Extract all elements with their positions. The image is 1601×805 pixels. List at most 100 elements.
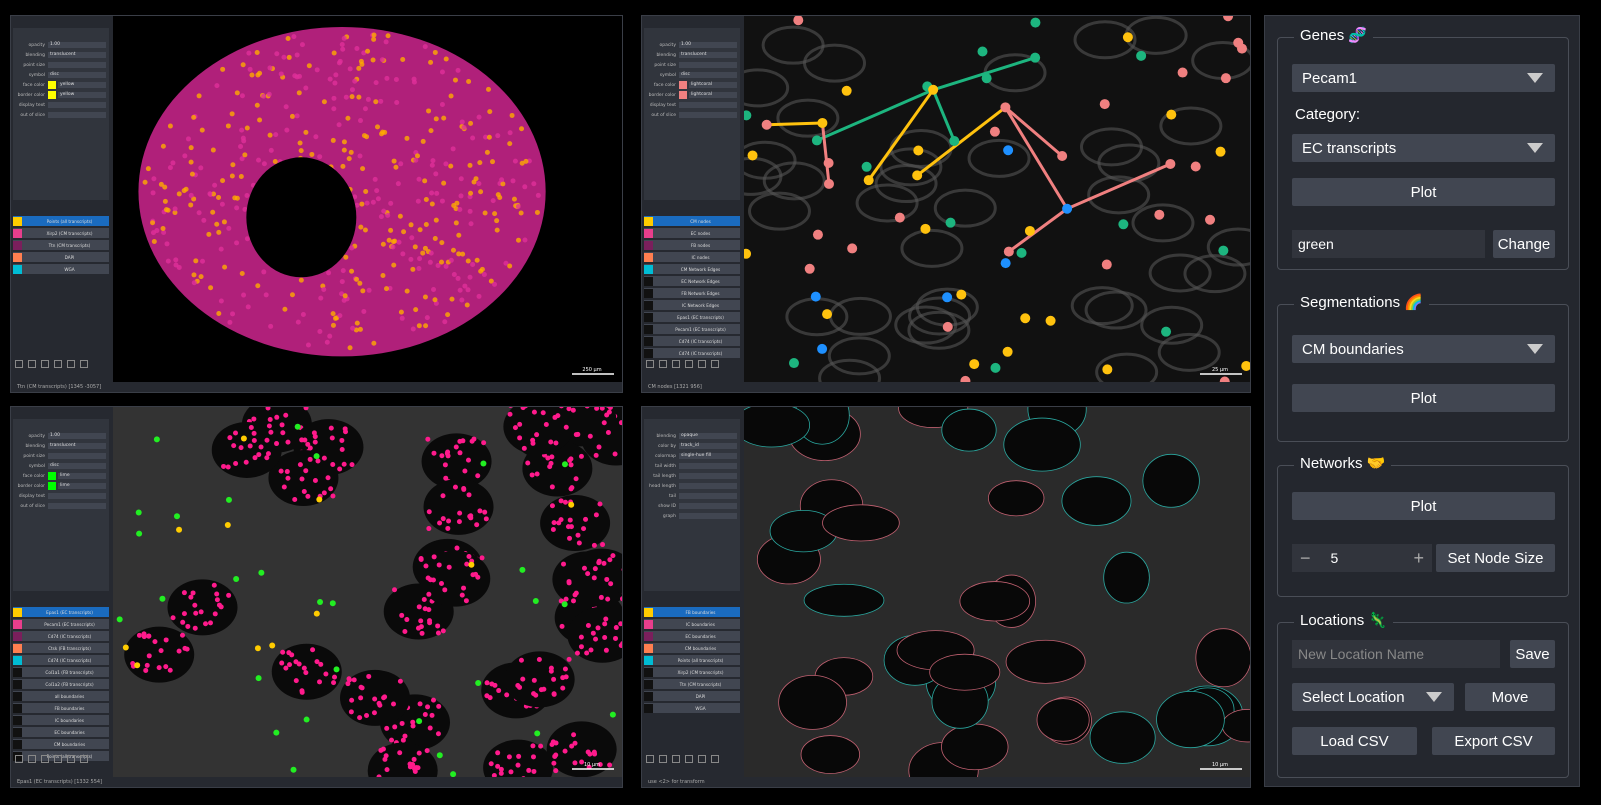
color-swatch[interactable] xyxy=(48,482,56,490)
viewer-tool-icon[interactable] xyxy=(659,360,667,368)
viewer-tool-icon[interactable] xyxy=(685,360,693,368)
move-button[interactable]: Move xyxy=(1465,683,1555,711)
layer-item[interactable]: EC boundaries xyxy=(13,727,109,737)
control-value[interactable]: disc xyxy=(48,72,106,78)
layer-item[interactable]: Col1a1 (FB transcripts) xyxy=(13,667,109,677)
control-value[interactable]: yellow xyxy=(58,82,106,88)
control-value[interactable]: lightcoral xyxy=(689,92,737,98)
control-value[interactable]: yellow xyxy=(58,92,106,98)
layer-item[interactable]: CM boundaries xyxy=(13,739,109,749)
layer-item[interactable]: Col1a2 (FB transcripts) xyxy=(13,679,109,689)
layer-item[interactable]: WGA xyxy=(644,703,740,713)
viewer-tool-icon[interactable] xyxy=(698,755,706,763)
layer-item[interactable]: Pecam1 (EC transcripts) xyxy=(644,324,740,334)
control-value[interactable]: 1.00 xyxy=(48,42,106,48)
viewer-canvas[interactable]: 10 µm xyxy=(744,407,1250,777)
control-value[interactable] xyxy=(48,62,106,68)
layer-item[interactable]: FB boundaries xyxy=(644,607,740,617)
layer-item[interactable]: IC Network Edges xyxy=(644,300,740,310)
viewer-tool-icon[interactable] xyxy=(15,360,23,368)
viewer-canvas[interactable]: 10 µm xyxy=(113,407,622,777)
layer-item[interactable]: Xirp2 (CM transcripts) xyxy=(644,667,740,677)
viewer-tool-icon[interactable] xyxy=(711,755,719,763)
layer-item[interactable]: EC boundaries xyxy=(644,631,740,641)
color-swatch[interactable] xyxy=(48,91,56,99)
layer-item[interactable]: Ttn (CM transcripts) xyxy=(13,240,109,250)
save-button[interactable]: Save xyxy=(1510,640,1555,668)
viewer-tool-icon[interactable] xyxy=(685,755,693,763)
layer-item[interactable]: EC nodes xyxy=(644,228,740,238)
control-value[interactable]: disc xyxy=(48,463,106,469)
control-value[interactable]: translucent xyxy=(48,52,106,58)
layer-item[interactable]: Points (all transcripts) xyxy=(644,655,740,665)
layer-item[interactable]: Ttn (CM transcripts) xyxy=(644,679,740,689)
layer-item[interactable]: Points (all transcripts) xyxy=(13,216,109,226)
viewer-tool-icon[interactable] xyxy=(646,360,654,368)
network-plot-button[interactable]: Plot xyxy=(1292,492,1555,520)
layer-item[interactable]: CM boundaries xyxy=(644,643,740,653)
viewer-tool-icon[interactable] xyxy=(67,755,75,763)
layer-item[interactable]: IC boundaries xyxy=(644,619,740,629)
viewer-tool-icon[interactable] xyxy=(15,755,23,763)
control-value[interactable]: opaque xyxy=(679,433,737,439)
viewer-tool-icon[interactable] xyxy=(54,755,62,763)
viewer-tool-icon[interactable] xyxy=(672,755,680,763)
layer-item[interactable]: Cd74 (IC transcripts) xyxy=(644,348,740,358)
control-value[interactable] xyxy=(679,463,737,469)
color-swatch[interactable] xyxy=(48,472,56,480)
layer-item[interactable]: WGA xyxy=(13,264,109,274)
control-value[interactable] xyxy=(679,112,737,118)
viewer-tool-icon[interactable] xyxy=(646,755,654,763)
viewer-tool-icon[interactable] xyxy=(54,360,62,368)
layer-item[interactable]: DAPI xyxy=(644,691,740,701)
set-node-size-button[interactable]: Set Node Size xyxy=(1436,544,1555,572)
viewer-tool-icon[interactable] xyxy=(80,360,88,368)
control-value[interactable]: lime xyxy=(58,483,106,489)
control-value[interactable]: 1.00 xyxy=(48,433,106,439)
control-value[interactable]: disc xyxy=(679,72,737,78)
segmentation-plot-button[interactable]: Plot xyxy=(1292,384,1555,412)
viewer-tool-icon[interactable] xyxy=(80,755,88,763)
layer-item[interactable]: IC boundaries xyxy=(13,715,109,725)
viewer-tool-icon[interactable] xyxy=(711,360,719,368)
color-input[interactable]: green xyxy=(1292,230,1485,258)
viewer-tool-icon[interactable] xyxy=(41,755,49,763)
layer-item[interactable]: CM Network Edges xyxy=(644,264,740,274)
layer-item[interactable]: Epas1 (EC transcripts) xyxy=(13,607,109,617)
viewer-tool-icon[interactable] xyxy=(28,755,36,763)
layer-item[interactable]: Pecam1 (EC transcripts) xyxy=(13,619,109,629)
viewer-tool-icon[interactable] xyxy=(67,360,75,368)
color-swatch[interactable] xyxy=(679,81,687,89)
viewer-tool-icon[interactable] xyxy=(28,360,36,368)
color-swatch[interactable] xyxy=(48,81,56,89)
plus-button[interactable]: + xyxy=(1413,548,1424,569)
control-value[interactable] xyxy=(48,453,106,459)
minus-button[interactable]: − xyxy=(1300,548,1311,569)
layer-item[interactable]: IC nodes xyxy=(644,252,740,262)
select-location-dropdown[interactable]: Select Location xyxy=(1292,683,1454,711)
control-value[interactable] xyxy=(48,112,106,118)
viewer-tool-icon[interactable] xyxy=(672,360,680,368)
layer-item[interactable]: CM nodes xyxy=(644,216,740,226)
layer-item[interactable]: DAPI xyxy=(13,252,109,262)
genes-plot-button[interactable]: Plot xyxy=(1292,178,1555,206)
category-dropdown[interactable]: EC transcripts xyxy=(1292,134,1555,162)
change-button[interactable]: Change xyxy=(1493,230,1555,258)
layer-item[interactable]: Epas1 (EC transcripts) xyxy=(644,312,740,322)
layer-item[interactable]: FB boundaries xyxy=(13,703,109,713)
control-value[interactable]: single-hue fill xyxy=(679,453,737,459)
control-value[interactable] xyxy=(48,503,106,509)
control-value[interactable]: track_id xyxy=(679,443,737,449)
control-value[interactable] xyxy=(679,62,737,68)
control-value[interactable]: translucent xyxy=(48,443,106,449)
control-value[interactable] xyxy=(679,483,737,489)
layer-item[interactable]: Ctsk (FB transcripts) xyxy=(13,643,109,653)
control-value[interactable]: lime xyxy=(58,473,106,479)
node-size-stepper[interactable]: − 5 + xyxy=(1292,544,1432,572)
control-value[interactable]: translucent xyxy=(679,52,737,58)
load-csv-button[interactable]: Load CSV xyxy=(1292,727,1417,755)
gene-dropdown[interactable]: Pecam1 xyxy=(1292,64,1555,92)
control-value[interactable] xyxy=(679,493,737,499)
segmentation-dropdown[interactable]: CM boundaries xyxy=(1292,335,1555,363)
layer-item[interactable]: EC Network Edges xyxy=(644,276,740,286)
